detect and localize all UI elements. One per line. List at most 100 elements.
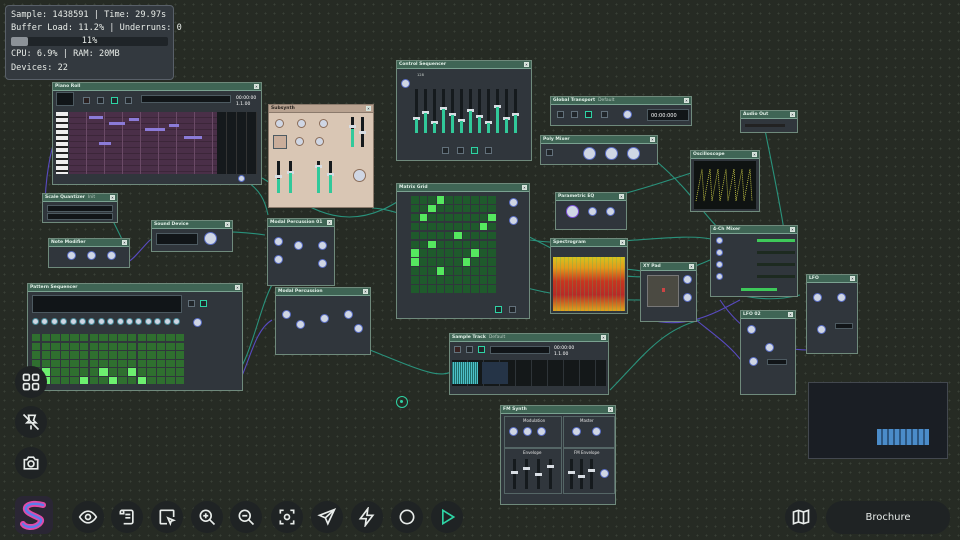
map-icon[interactable] — [785, 501, 817, 533]
step-cell[interactable] — [166, 334, 175, 342]
matrix-cell[interactable] — [471, 258, 479, 266]
audio-clip-1[interactable] — [452, 362, 478, 384]
matrix-cell[interactable] — [445, 213, 453, 222]
matrix-cell[interactable] — [471, 222, 479, 231]
eq-q-knob[interactable] — [606, 207, 615, 216]
matrix-cell[interactable] — [479, 267, 488, 275]
step-cell[interactable] — [166, 359, 175, 368]
step-cell[interactable] — [147, 377, 156, 385]
fm-sustain-fader[interactable] — [588, 459, 595, 489]
lfo-rate-knob[interactable] — [813, 293, 822, 302]
step-cell[interactable] — [89, 351, 98, 359]
matrix-cell[interactable] — [411, 258, 419, 266]
record-icon[interactable] — [391, 501, 423, 533]
matrix-cell[interactable] — [436, 276, 445, 284]
step-cell[interactable] — [80, 351, 89, 359]
step-fader[interactable] — [449, 89, 456, 133]
spectrogram-module[interactable]: Spectrogram × — [550, 238, 628, 314]
ch4-knob[interactable] — [716, 273, 723, 280]
matrix-cell[interactable] — [428, 231, 436, 240]
matrix-cell[interactable] — [462, 240, 471, 248]
step-knob[interactable] — [116, 318, 124, 325]
matrix-cell[interactable] — [428, 240, 436, 248]
matrix-cell[interactable] — [479, 204, 488, 213]
step-cell[interactable] — [176, 351, 185, 359]
matrix-cell[interactable] — [428, 285, 436, 293]
matrix-cell[interactable] — [454, 196, 462, 204]
matrix-cell[interactable] — [471, 285, 479, 293]
close-icon[interactable]: × — [619, 194, 624, 199]
step-cell[interactable] — [137, 368, 146, 376]
xy-cursor[interactable] — [662, 288, 665, 292]
step-cell[interactable] — [147, 342, 156, 350]
step-knob[interactable] — [69, 318, 77, 325]
send-icon[interactable] — [311, 501, 343, 533]
fit-view-icon[interactable] — [271, 501, 303, 533]
step-cell[interactable] — [166, 368, 175, 376]
close-icon[interactable]: × — [110, 195, 115, 200]
matrix-cell[interactable] — [479, 231, 488, 240]
lfo2-rate-knob[interactable] — [747, 325, 756, 334]
step-cell[interactable] — [147, 359, 156, 368]
step-cell[interactable] — [41, 351, 50, 359]
step-cell[interactable] — [147, 368, 156, 376]
bpm-knob[interactable] — [623, 110, 632, 119]
close-icon[interactable]: × — [327, 220, 332, 225]
piano-keys[interactable] — [56, 112, 68, 174]
matrix-cell[interactable] — [488, 267, 496, 275]
step-cell[interactable] — [128, 334, 137, 342]
step-knob[interactable] — [97, 318, 105, 325]
matrix-cell[interactable] — [454, 222, 462, 231]
matrix-cell[interactable] — [454, 276, 462, 284]
matrix-grid-module[interactable]: Matrix Grid × — [396, 183, 530, 319]
step-cell[interactable] — [156, 377, 166, 385]
matrix-cell[interactable] — [471, 213, 479, 222]
matrix-cell[interactable] — [454, 258, 462, 266]
matrix-cell[interactable] — [445, 222, 453, 231]
transport-loop-button[interactable] — [601, 111, 608, 118]
select-icon[interactable] — [151, 501, 183, 533]
step-cell[interactable] — [128, 359, 137, 368]
note-grid[interactable] — [69, 112, 217, 174]
matrix-cells[interactable] — [411, 196, 497, 294]
sample-track-module[interactable]: Sample Track Default × 00:00:00 1.1.00 — [449, 333, 609, 395]
step-cell[interactable] — [51, 377, 60, 385]
pattern-play-button[interactable] — [200, 300, 207, 307]
close-icon[interactable]: × — [122, 240, 127, 245]
bolt-icon[interactable] — [351, 501, 383, 533]
matrix-stop-button[interactable] — [509, 306, 516, 313]
mixer-module[interactable]: 4-Ch Mixer × — [710, 225, 798, 297]
ch1-knob[interactable] — [716, 237, 723, 244]
matrix-play-button[interactable] — [495, 306, 502, 313]
matrix-cell[interactable] — [411, 213, 419, 222]
matrix-cell[interactable] — [436, 222, 445, 231]
step-cell[interactable] — [80, 359, 89, 368]
material-knob[interactable] — [320, 314, 329, 323]
xy-pad-module[interactable]: XY Pad × — [640, 262, 697, 322]
eye-icon[interactable] — [72, 501, 104, 533]
step-cell[interactable] — [156, 334, 166, 342]
step-cell[interactable] — [176, 368, 185, 376]
matrix-cell[interactable] — [419, 285, 428, 293]
volume-fader[interactable] — [349, 117, 356, 147]
step-cell[interactable] — [176, 377, 185, 385]
step-cell[interactable] — [89, 368, 98, 376]
scroll-icon[interactable] — [111, 501, 143, 533]
matrix-cell[interactable] — [445, 196, 453, 204]
step-fader[interactable] — [413, 89, 420, 133]
lfo2-depth-knob[interactable] — [765, 343, 774, 352]
step-fader[interactable] — [440, 89, 447, 133]
close-icon[interactable]: × — [790, 227, 795, 232]
close-icon[interactable]: × — [620, 240, 625, 245]
matrix-cell[interactable] — [479, 285, 488, 293]
mix-knob-3[interactable] — [627, 147, 640, 160]
matrix-cell[interactable] — [454, 204, 462, 213]
lfo2-wave-select[interactable] — [767, 359, 787, 365]
step-knob[interactable] — [50, 318, 58, 325]
matrix-cell[interactable] — [428, 222, 436, 231]
matrix-cell[interactable] — [488, 258, 496, 266]
matrix-cell[interactable] — [488, 249, 496, 257]
velocity-knob[interactable] — [87, 251, 96, 260]
eq-gain-knob[interactable] — [588, 207, 597, 216]
step-knob[interactable] — [173, 318, 180, 325]
